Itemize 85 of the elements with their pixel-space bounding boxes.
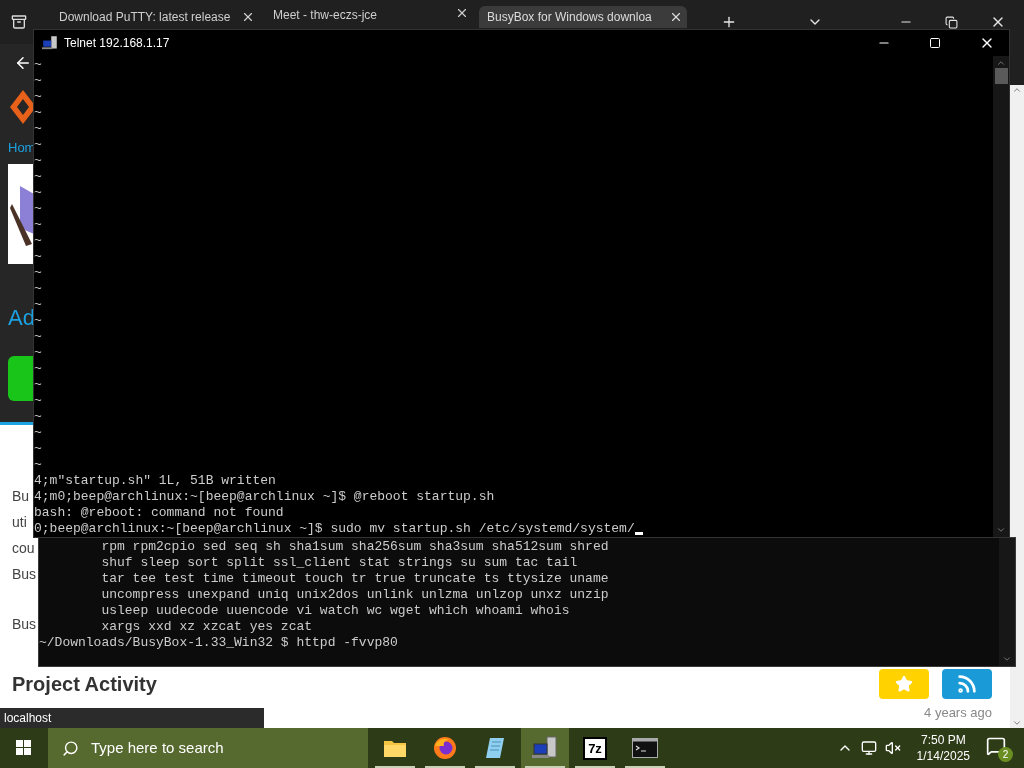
console-line: tar tee test time timeout touch tr true truncate ts ttysize uname [100, 571, 609, 587]
download-button[interactable] [8, 355, 34, 401]
empty-line-marker: ~ [34, 441, 42, 457]
browser-tab[interactable]: Meet - thw-eczs-jce [265, 6, 473, 28]
scroll-up-icon[interactable] [996, 58, 1006, 68]
paragraph-text: uti [12, 513, 27, 532]
empty-line-marker: ~ [34, 137, 42, 153]
empty-line-marker: ~ [34, 201, 42, 217]
notification-badge: 2 [998, 747, 1013, 762]
search-icon [62, 739, 79, 757]
restore-icon[interactable] [945, 15, 958, 29]
empty-line-marker: ~ [34, 377, 42, 393]
volume-muted-icon[interactable] [884, 740, 901, 756]
close-icon[interactable] [455, 6, 469, 20]
empty-line-marker: ~ [34, 345, 42, 361]
scroll-down-icon[interactable] [996, 525, 1006, 535]
console-line: rpm rpm2cpio sed seq sh sha1sum sha256sum sha3sum sha512sum shred [100, 539, 609, 555]
archiver-icon: 7z [583, 736, 607, 760]
terminal-scrollbar[interactable] [993, 56, 1009, 537]
folder-icon [383, 738, 407, 758]
clock-date[interactable]: 1/14/2025 [916, 748, 970, 764]
empty-line-marker: ~ [34, 169, 42, 185]
console-line: shuf sleep sort split ssl_client stat strings su sum tac tail [100, 555, 578, 571]
section-heading: Ad [8, 304, 35, 332]
empty-line-marker: ~ [34, 425, 42, 441]
search-box[interactable]: Type here to search [48, 728, 368, 768]
back-icon[interactable] [14, 54, 32, 72]
empty-line-marker: ~ [34, 393, 42, 409]
empty-line-marker: ~ [34, 329, 42, 345]
terminal-line: 4;m0;beep@archlinux:~[beep@archlinux ~]$ @reboot startup.sh [34, 489, 495, 505]
empty-line-marker: ~ [34, 361, 42, 377]
computer-icon [532, 736, 558, 760]
paragraph-text: Bu [12, 487, 30, 506]
timestamp: 4 years ago [924, 704, 992, 722]
console-line: usleep uudecode uuencode vi watch wc wget which whoami whois [100, 603, 570, 619]
empty-line-marker: ~ [34, 217, 42, 233]
browser-tab[interactable]: BusyBox for Windows downloa [479, 6, 687, 28]
taskbar-app[interactable] [521, 728, 569, 768]
new-tab-icon[interactable] [721, 14, 737, 30]
empty-line-marker: ~ [34, 313, 42, 329]
status-url: localhost [0, 708, 264, 728]
rss-button[interactable] [942, 669, 992, 699]
network-icon[interactable] [860, 740, 877, 756]
maximize-icon[interactable] [929, 37, 941, 49]
browser-tab[interactable]: Download PuTTY: latest release [51, 6, 259, 28]
empty-line-marker: ~ [34, 297, 42, 313]
close-icon[interactable] [669, 10, 683, 24]
rss-icon [956, 673, 978, 695]
empty-line-marker: ~ [34, 121, 42, 137]
terminal-line: 4;m"startup.sh" 1L, 51B written [34, 473, 276, 489]
empty-line-marker: ~ [34, 233, 42, 249]
empty-line-marker: ~ [34, 185, 42, 201]
console-line: xargs xxd xz xzcat yes zcat [100, 619, 313, 635]
notifications-icon[interactable] [986, 736, 1006, 756]
paragraph-text: Bus [12, 565, 37, 584]
empty-line-marker: ~ [34, 409, 42, 425]
terminal-line: 0;beep@archlinux:~[beep@archlinux ~]$ sudo mv startup.sh /etc/systemd/system/ [34, 521, 635, 537]
console-scrollbar[interactable] [999, 538, 1015, 666]
computer-icon [42, 35, 58, 51]
console-line: ~/Downloads/BusyBox-1.33_Win32 $ httpd -fvvp80 [39, 635, 398, 651]
taskbar-app[interactable]: 7z [571, 728, 619, 768]
scroll-down-icon[interactable] [1002, 654, 1012, 664]
empty-line-marker: ~ [34, 105, 42, 121]
notepad-icon [484, 736, 506, 760]
empty-line-marker: ~ [34, 457, 42, 473]
empty-line-marker: ~ [34, 153, 42, 169]
empty-line-marker: ~ [34, 249, 42, 265]
paragraph-text: cou [12, 539, 35, 558]
scrollbar-thumb[interactable] [994, 68, 1008, 84]
empty-line-marker: ~ [34, 281, 42, 297]
console-line: uncompress unexpand uniq unix2dos unlink unlzma unlzop unxz unzip [100, 587, 609, 603]
empty-line-marker: ~ [34, 57, 42, 73]
empty-line-marker: ~ [34, 265, 42, 281]
clock-time[interactable]: 7:50 PM [920, 732, 966, 748]
terminal-line: bash: @reboot: command not found [34, 505, 284, 521]
empty-line-marker: ~ [34, 73, 42, 89]
star-icon [895, 675, 913, 693]
paragraph-text: Bus [12, 615, 37, 634]
console-icon [632, 738, 658, 758]
empty-line-marker: ~ [34, 89, 42, 105]
section-title: Project Activity [12, 672, 157, 697]
window-title: Telnet 192.168.1.17 [64, 35, 170, 52]
browser-icon [433, 736, 457, 760]
search-field[interactable]: Type here to search [91, 736, 354, 760]
close-icon[interactable] [241, 10, 255, 24]
